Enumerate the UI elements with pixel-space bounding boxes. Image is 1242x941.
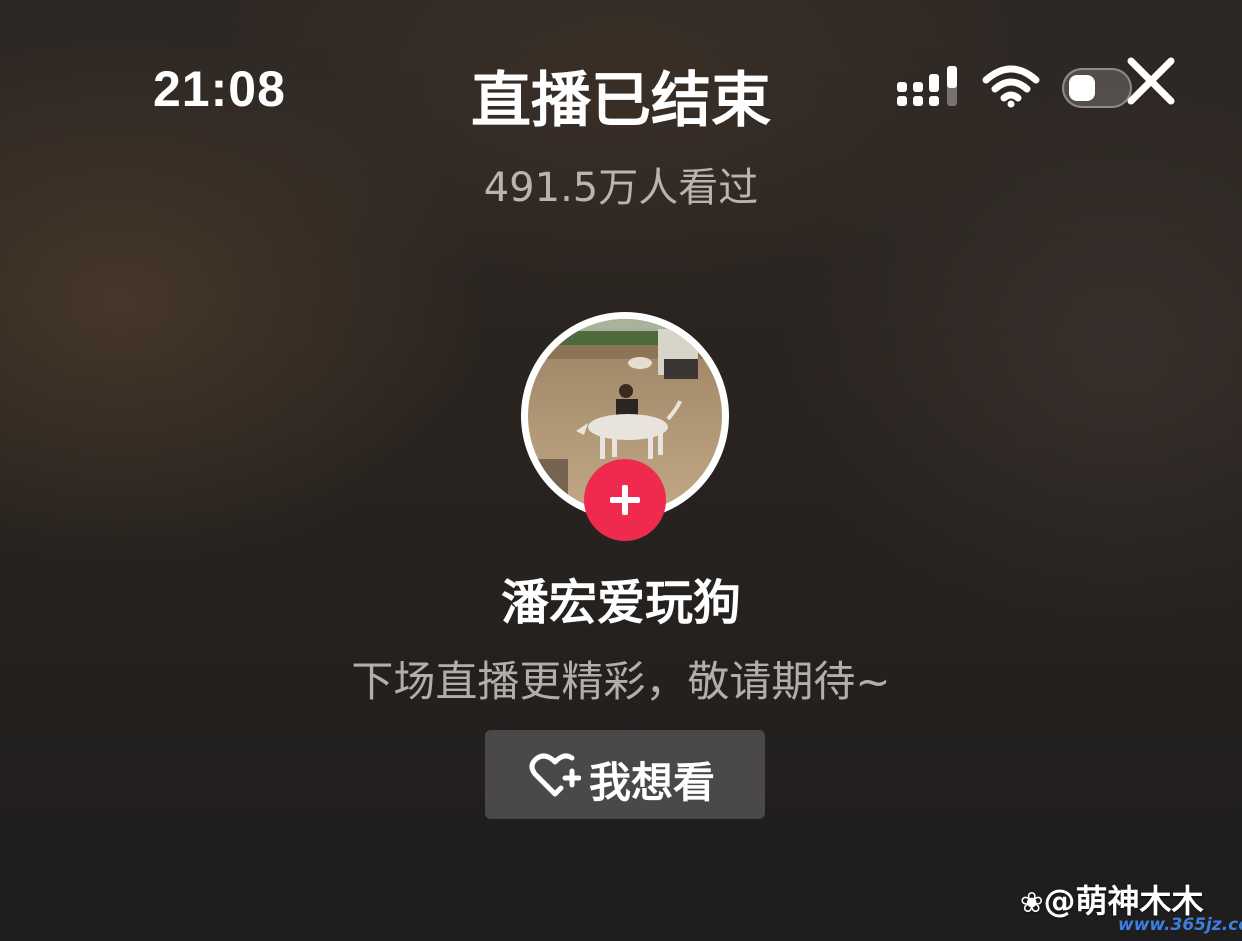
watermark-site: www.365jz.com	[1118, 915, 1242, 935]
paw-icon: ❀	[1020, 886, 1044, 919]
battery-toggle-icon	[1062, 68, 1132, 108]
close-icon[interactable]	[1125, 55, 1177, 107]
heart-plus-icon	[529, 753, 581, 797]
wifi-icon	[982, 65, 1040, 108]
stream-notice: 下场直播更精彩，敬请期待~	[351, 657, 891, 706]
want-to-watch-label: 我想看	[589, 758, 716, 807]
streamer-name: 潘宏爱玩狗	[500, 575, 741, 631]
follow-button[interactable]	[584, 459, 666, 541]
toggle-knob	[1069, 75, 1095, 101]
page-title: 直播已结束	[471, 66, 771, 136]
viewer-count: 491.5万人看过	[483, 165, 759, 211]
signal-icon	[897, 66, 957, 106]
want-to-watch-button[interactable]: 我想看	[485, 730, 765, 819]
